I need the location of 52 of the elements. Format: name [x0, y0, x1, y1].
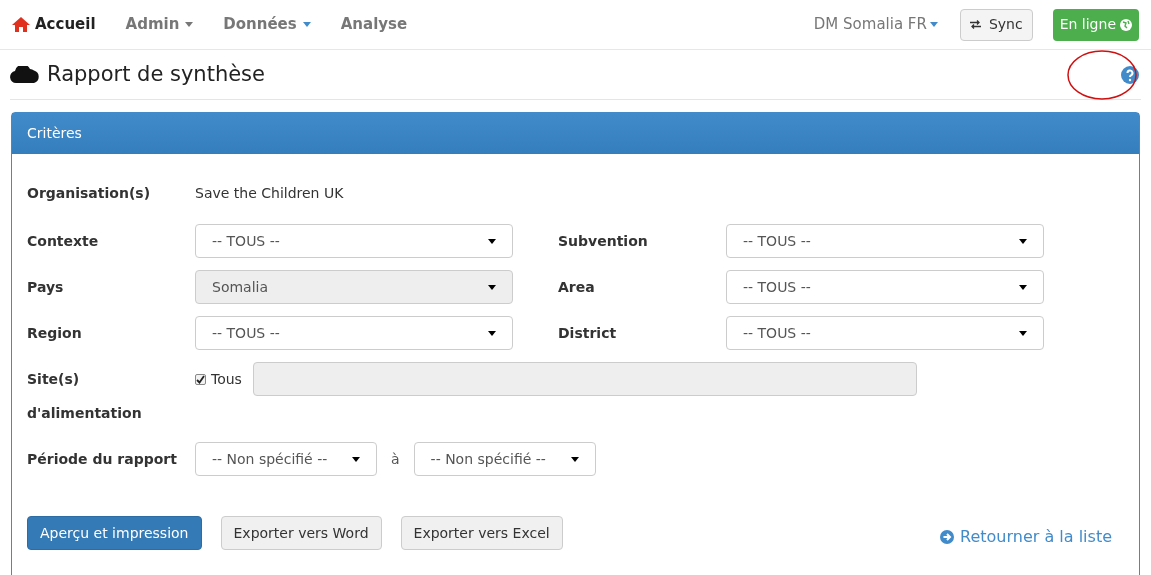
select-field[interactable]: -- TOUS -- — [195, 224, 513, 258]
action-button[interactable]: Exporter vers Excel — [400, 516, 563, 550]
select-field[interactable]: -- TOUS -- — [195, 316, 513, 350]
nav-dropdown[interactable]: Admin — [125, 13, 194, 36]
checkbox-label: Tous — [211, 369, 242, 389]
caret-icon — [185, 22, 194, 27]
page-title: Rapport de synthèse — [47, 60, 265, 88]
field-label: Contexte — [27, 231, 100, 251]
select-field[interactable]: -- TOUS -- — [726, 316, 1044, 350]
caret-icon — [488, 284, 496, 290]
caret-icon — [1019, 330, 1027, 336]
field-label: Area — [558, 277, 596, 297]
caret-icon — [488, 330, 496, 336]
swap-arrows-icon — [969, 20, 981, 29]
field-label: d'alimentation — [27, 403, 143, 423]
user-menu[interactable]: DM Somalia FR — [813, 13, 938, 36]
help-icon[interactable] — [1121, 65, 1139, 84]
annotation-ellipse — [1066, 48, 1138, 101]
arrow-circle-icon — [940, 530, 955, 544]
panel-title: Critères — [27, 124, 82, 143]
field-label: District — [558, 323, 618, 343]
back-link[interactable]: Retourner à la liste — [940, 525, 1112, 549]
globe-icon — [1120, 18, 1132, 31]
caret-icon — [1019, 238, 1027, 244]
field-label: Période du rapport — [27, 449, 178, 469]
organisation-value: Save the Children UK — [195, 183, 344, 203]
action-button[interactable]: Aperçu et impression — [27, 516, 202, 550]
cloud-icon — [10, 66, 40, 83]
field-label: Site(s) — [27, 369, 81, 389]
nav-link[interactable]: Analyse — [340, 13, 408, 36]
caret-icon — [570, 456, 579, 462]
home-icon — [12, 17, 30, 32]
checkbox[interactable] — [195, 373, 206, 385]
caret-icon — [1019, 284, 1027, 290]
field-label: Organisation(s) — [27, 183, 152, 203]
caret-icon — [302, 22, 311, 27]
sync-button[interactable]: Sync — [959, 8, 1033, 41]
nav-dropdown[interactable]: Données — [223, 13, 311, 36]
action-button[interactable]: Exporter vers Word — [220, 516, 382, 550]
field-label: Region — [27, 323, 83, 343]
sites-input-field[interactable] — [252, 362, 917, 396]
nav-link[interactable]: Accueil — [12, 13, 96, 36]
field-label: Subvention — [558, 231, 649, 251]
caret-icon — [488, 238, 496, 244]
select-field[interactable]: -- TOUS -- — [726, 224, 1044, 258]
select-field[interactable]: -- Non spécifié -- — [195, 442, 377, 476]
range-separator: à — [391, 449, 400, 469]
select-field[interactable]: -- TOUS -- — [726, 270, 1044, 304]
select-field[interactable]: -- Non spécifié -- — [413, 442, 596, 476]
field-label: Pays — [27, 277, 65, 297]
caret-icon — [929, 22, 938, 27]
caret-icon — [352, 456, 360, 462]
